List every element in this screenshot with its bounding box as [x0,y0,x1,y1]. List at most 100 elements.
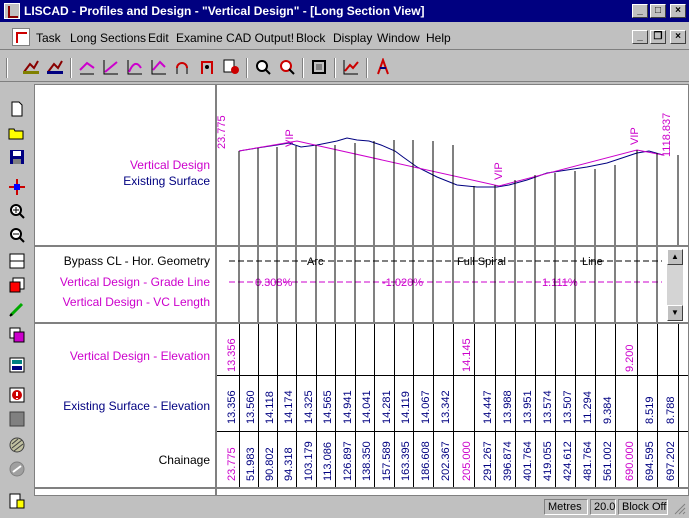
maximize-button[interactable]: □ [650,4,666,18]
table-column-line [374,324,375,487]
close-button[interactable]: × [670,4,686,18]
table-column-line [433,324,434,487]
graph-icon[interactable] [340,56,362,78]
new-file-icon[interactable] [6,98,28,120]
menu-help[interactable]: Help [426,31,451,45]
menu-window[interactable]: Window [377,31,420,45]
es-elevation-cell: 13.342 [440,390,452,424]
grade-1-label: 0.308% [255,277,293,289]
title-bar: LISCAD - Profiles and Design - "Vertical… [0,0,689,22]
mdi-minimize-button[interactable]: _ [632,30,648,44]
resize-grip-icon[interactable] [674,503,686,515]
menu-cad-output[interactable]: CAD Output! [226,31,294,45]
existing-surface-label: Existing Surface [123,174,210,188]
disabled-tool-icon [6,458,28,480]
es-elevation-cell: 8.788 [665,396,677,424]
open-section-icon[interactable] [20,56,42,78]
es-elevation-cell: 14.941 [342,390,354,424]
chainage-cell: 205.000 [461,441,473,481]
chainage-cell: 424.612 [562,441,574,481]
import-section-icon[interactable] [44,56,66,78]
menu-task[interactable]: Task [36,31,61,45]
table-column-line [678,324,679,487]
grade-line-label: Vertical Design - Grade Line [59,275,210,289]
mdi-restore-button[interactable]: ❐ [650,30,666,44]
chainage-cell: 291.267 [482,441,494,481]
scroll-up-button[interactable]: ▲ [667,249,683,265]
toolbar-grip [6,58,8,78]
table-column-line [515,324,516,487]
zoom-extents-icon[interactable] [276,56,298,78]
chainage-cell: 138.350 [361,441,373,481]
document-icon[interactable] [12,28,30,46]
chainage-cell: 481.764 [582,441,594,481]
menu-long-sections[interactable]: Long Sections [70,31,146,45]
es-elevation-cell: 13.507 [562,390,574,424]
split-view-icon[interactable] [6,250,28,272]
table-column-line [239,324,240,487]
geometry-legend: Bypass CL - Hor. Geometry Vertical Desig… [35,247,210,322]
open-folder-icon[interactable] [6,122,28,144]
menu-display[interactable]: Display [333,31,372,45]
table-column-line [355,324,356,487]
es-elevation-cell: 14.118 [264,391,276,424]
vertical-curve-icon[interactable] [124,56,146,78]
attach-icon[interactable] [196,56,218,78]
chainage-cell: 697.202 [665,441,677,481]
mdi-close-button[interactable]: × [670,30,686,44]
vd-elevation-label: Vertical Design - Elevation [69,349,210,363]
toolbar-separator [246,58,248,78]
profile-tool-icon[interactable] [372,56,394,78]
zoom-window-icon[interactable] [252,56,274,78]
chainage-cell: 90.802 [264,447,276,481]
move-cross-icon[interactable] [6,176,28,198]
es-elevation-cell: 13.356 [226,390,238,424]
chainage-cell: 94.318 [283,447,295,481]
color-icon[interactable] [6,274,28,296]
menu-edit[interactable]: Edit [148,31,169,45]
menu-examine[interactable]: Examine [176,31,223,45]
chainage-cell: 126.897 [342,441,354,481]
edit-design-icon[interactable] [76,56,98,78]
save-icon[interactable] [6,146,28,168]
grade-3-label: 1.111% [542,277,578,289]
geometry-scrollbar[interactable]: ▲ ▼ [667,249,683,321]
profile-graph[interactable]: 23.775 VIP VIP VIP 1118.837 [217,85,689,245]
table-column-line [394,324,395,487]
es-elevation-cell: 13.574 [542,390,554,424]
es-elevation-label: Existing Surface - Elevation [63,399,210,413]
report-icon[interactable] [220,56,242,78]
intersection-icon[interactable] [148,56,170,78]
block-icon[interactable] [6,408,28,430]
elevation-table: 13.356 13.356 23.775 13.560 51.983 14.118 90.8… [217,324,688,487]
geometry-graph[interactable]: Arc Full Spiral Line 0.308% -1.020% 1.11… [217,247,666,322]
menu-block[interactable]: Block [296,31,325,45]
existing-surface-line [238,137,664,188]
calculator-icon[interactable] [6,354,28,376]
hatch-icon[interactable] [6,434,28,456]
chainage-label: Chainage [158,453,210,467]
app-icon[interactable] [4,3,20,19]
alert-icon[interactable] [6,384,28,406]
copy-icon[interactable] [6,324,28,346]
minimize-button[interactable]: _ [632,4,648,18]
end-chainage-text: 1118.837 [661,113,673,157]
design-check-icon[interactable] [172,56,194,78]
frame-icon[interactable] [308,56,330,78]
scroll-down-button[interactable]: ▼ [667,305,683,321]
es-elevation-cell: 14.041 [361,390,373,424]
grade-line-icon[interactable] [100,56,122,78]
table-column-line [277,324,278,487]
pencil-icon[interactable] [6,298,28,320]
vd-elevation-cell: 13.356 [226,338,238,372]
bottom-divider [35,487,688,489]
zoom-in-icon[interactable] [6,200,28,222]
menu-bar: Task Long Sections Edit Examine CAD Outp… [0,24,689,50]
chainage-cell: 51.983 [245,447,257,481]
table-legend: Vertical Design - Elevation Existing Sur… [35,324,210,487]
chainage-cell: 690.000 [624,441,636,481]
es-elevation-cell: 11.294 [582,391,594,424]
start-chainage-text: 23.775 [217,115,228,149]
chainage-cell: 157.589 [381,441,393,481]
zoom-out-icon[interactable] [6,224,28,246]
